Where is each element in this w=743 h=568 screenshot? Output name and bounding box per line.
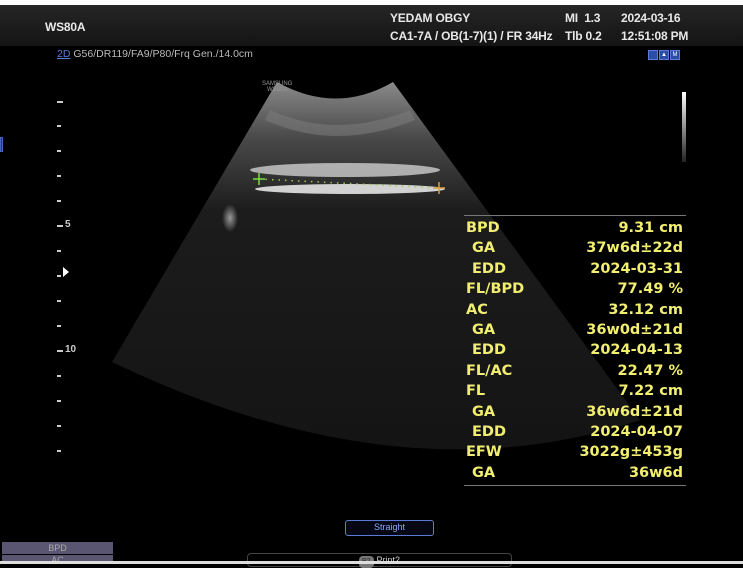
grayscale-bar <box>682 92 686 162</box>
measurement-value: 2024-03-31 <box>590 260 683 277</box>
measurement-value: 77.49 % <box>617 281 683 298</box>
depth-tick <box>57 275 61 277</box>
depth-tick <box>57 101 63 103</box>
measurement-row: GA 36w0d±21d <box>464 320 686 340</box>
logo-line2: WS80A <box>267 87 288 93</box>
measurement-label: GA <box>472 240 496 257</box>
measurement-row: GA 37w6d±22d <box>464 238 686 258</box>
measurement-row: EDD 2024-03-31 <box>464 259 686 279</box>
measurement-value: 2024-04-13 <box>590 342 683 359</box>
measurement-label: GA <box>472 403 496 420</box>
measurement-label: FL/BPD <box>466 281 525 298</box>
measurement-label: FL <box>466 383 486 400</box>
measurement-row: FL/BPD 77.49 % <box>464 279 686 299</box>
measurement-label: EDD <box>472 260 506 277</box>
depth-tick <box>57 400 61 402</box>
measurement-value: 36w0d±21d <box>586 321 683 338</box>
depth-tick <box>57 450 61 452</box>
measurement-row: FL/AC 22.47 % <box>464 361 686 381</box>
depth-tick <box>57 125 61 127</box>
measurement-value: 32.12 cm <box>608 301 683 318</box>
measurement-label: BPD <box>466 220 500 236</box>
depth-tick <box>57 150 61 152</box>
measurement-row: AC 32.12 cm <box>464 300 686 320</box>
measurement-label: EDD <box>472 423 506 440</box>
measurement-value: 36w6d±21d <box>586 403 683 420</box>
measurement-value: 36w6d <box>628 464 683 481</box>
measurement-row: EDD 2024-04-13 <box>464 340 686 360</box>
depth-tick <box>57 425 61 427</box>
measurement-row: EFW 3022g±453g <box>464 442 686 462</box>
measurement-value: 22.47 % <box>617 362 683 379</box>
measurement-row: EDD 2024-04-07 <box>464 422 686 442</box>
measurement-row: FL 7.22 cm <box>464 381 686 401</box>
measurement-value: 2024-04-07 <box>590 423 683 440</box>
measurement-value: 9.31 cm <box>618 220 683 236</box>
measurement-row: GA 36w6d±21d <box>464 402 686 422</box>
measurement-label: GA <box>472 321 496 338</box>
straight-button[interactable]: Straight <box>345 520 434 536</box>
depth-tick <box>57 350 63 352</box>
depth-tick <box>57 175 61 177</box>
focus-marker-icon[interactable] <box>63 267 69 277</box>
measurement-results: BPD 9.31 cm GA 37w6d±22d EDD 2024-03-31 FL/BPD… <box>464 215 686 487</box>
measurement-row: BPD 9.31 cm <box>464 218 686 238</box>
measurement-label: GA <box>472 464 496 481</box>
measurement-value: 3022g±453g <box>579 444 683 461</box>
depth-tick <box>57 325 61 327</box>
print-button[interactable]: P2Print2 <box>247 553 512 568</box>
image-logo: SAMSUNG WS80A <box>262 81 292 93</box>
depth-label-10: 10 <box>65 344 77 355</box>
measurement-value: 7.22 cm <box>618 383 683 400</box>
depth-tick <box>57 200 61 202</box>
measurement-label: EFW <box>466 444 502 461</box>
depth-tick <box>57 375 61 377</box>
depth-label-5: 5 <box>65 219 71 230</box>
depth-tick <box>57 225 63 227</box>
measurement-label: AC <box>466 301 488 318</box>
measurement-value: 37w6d±22d <box>586 240 683 257</box>
measurement-label: FL/AC <box>466 362 513 379</box>
measurement-row: GA 36w6d <box>464 463 686 483</box>
bpd-tab[interactable]: BPD <box>2 542 113 554</box>
side-marker <box>0 137 3 152</box>
measurement-label: EDD <box>472 342 506 359</box>
depth-tick <box>57 300 61 302</box>
depth-tick <box>57 250 61 252</box>
